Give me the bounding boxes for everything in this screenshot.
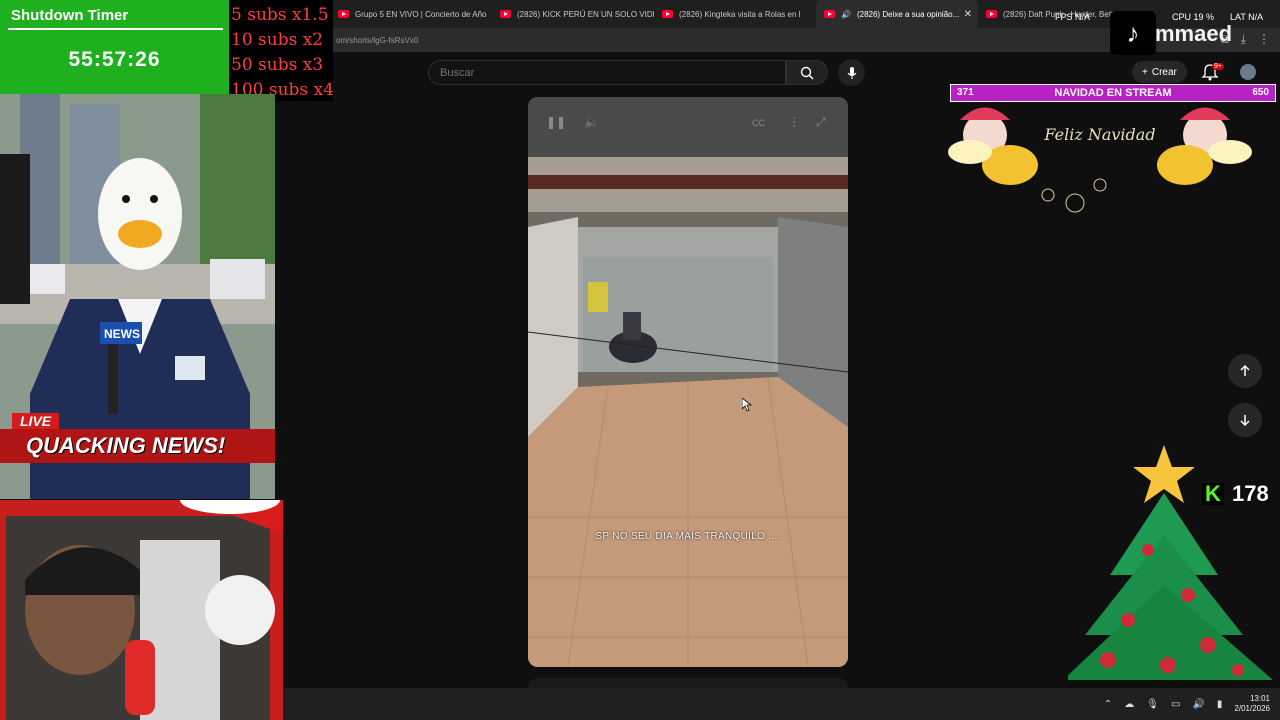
network-icon[interactable]: ▭	[1171, 699, 1180, 710]
close-tab-icon[interactable]: ✕	[964, 9, 972, 20]
search-icon	[800, 66, 814, 80]
youtube-icon	[500, 10, 511, 18]
create-label: Crear	[1151, 66, 1177, 78]
previous-short-button[interactable]	[1228, 354, 1262, 388]
microphone-icon[interactable]: 🎙	[1146, 699, 1159, 710]
kick-count-value: 178	[1232, 481, 1269, 506]
youtube-icon	[986, 10, 997, 18]
plus-icon: +	[1142, 66, 1148, 78]
chevron-up-icon[interactable]: ⌃	[1104, 699, 1112, 710]
system-tray: ⌃ ☁ 🎙 ▭ 🔊 ▮ 13:01 2/01/2026	[1104, 688, 1270, 720]
pause-icon[interactable]: ❚❚	[546, 115, 566, 129]
menu-icon[interactable]: ⋮	[1258, 32, 1270, 47]
tab-active-deixe[interactable]: 🔊 (2826) Deixe a sua opinião... ✕	[816, 0, 978, 28]
tab-title: (2826) KICK PERÚ EN UN SOLO VIDE	[517, 9, 654, 19]
next-short-button[interactable]	[1228, 403, 1262, 437]
microphone-icon	[847, 66, 856, 79]
youtube-icon	[662, 10, 673, 18]
youtube-icon	[824, 10, 835, 18]
arrow-down-icon	[1240, 415, 1250, 427]
more-options-icon[interactable]: ⋮	[788, 115, 800, 129]
multiplier-item: 10 subs x2	[231, 30, 324, 50]
christmas-ducks-decoration: Feliz Navidad	[948, 107, 1252, 213]
battery-icon[interactable]: ▮	[1217, 699, 1223, 710]
greeting-text: Feliz Navidad	[1043, 125, 1155, 144]
cloud-icon[interactable]: ☁	[1124, 699, 1134, 710]
latency-stat: LAT N/A	[1230, 12, 1264, 22]
youtube-icon	[338, 10, 349, 18]
tab-title: (2826) Deixe a sua opinião...	[856, 9, 960, 19]
quacking-news-overlay: NEWS LIVE QUACKING NEWS!	[0, 94, 275, 499]
volume-icon[interactable]: 🔈	[584, 115, 599, 129]
kick-follower-counter: K 178	[1202, 481, 1269, 507]
multiplier-item: 5 subs x1.5	[231, 5, 329, 25]
search-input[interactable]	[440, 66, 785, 79]
create-button[interactable]: + Crear	[1132, 61, 1187, 83]
volume-icon[interactable]: 🔊	[1192, 699, 1204, 710]
tab-title: Grupo 5 EN VIVO | Concierto de Año	[355, 9, 487, 19]
navidad-right-value: 650	[1252, 87, 1269, 98]
next-short-preview[interactable]	[528, 678, 848, 688]
multiplier-item: 50 subs x3	[231, 55, 324, 75]
news-headline: QUACKING NEWS!	[26, 433, 226, 458]
avatar[interactable]	[1240, 64, 1256, 80]
navidad-label: NAVIDAD EN STREAM	[1054, 87, 1172, 99]
download-icon[interactable]: ⤓	[1241, 32, 1246, 47]
speaker-icon: 🔊	[841, 9, 851, 19]
clock-time: 13:01	[1249, 694, 1270, 703]
taskbar-clock[interactable]: 13:01 2/01/2026	[1234, 694, 1270, 714]
windows-taskbar: ⌃ ☁ 🎙 ▭ 🔊 ▮ 13:01 2/01/2026	[283, 688, 1280, 720]
fps-stat: FPS N/A	[1055, 12, 1091, 22]
live-badge: LIVE	[12, 413, 60, 429]
notification-badge: 9+	[1212, 63, 1224, 70]
shutdown-timer-widget: Shutdown Timer 55:57:26	[0, 0, 229, 94]
tiktok-logo-icon: ♪	[1110, 11, 1156, 55]
tiktok-username: mmaed	[1155, 21, 1233, 46]
captions-icon[interactable]: CC	[752, 118, 765, 128]
search-box[interactable]	[428, 60, 786, 85]
video-caption: SP NO SEU DIA MAIS TRANQUILO ....	[595, 531, 781, 542]
voice-search-button[interactable]	[838, 59, 865, 86]
mouse-cursor-icon	[742, 398, 752, 412]
short-video-player[interactable]: ❚❚ 🔈 CC ⋮ ⤢ SP NO SEU DIA MAIS TRANQUILO…	[528, 97, 848, 667]
fullscreen-icon[interactable]: ⤢	[816, 115, 826, 130]
clock-date: 2/01/2026	[1234, 704, 1270, 713]
screen: Grupo 5 EN VIVO | Concierto de Año (2826…	[0, 0, 1280, 720]
timer-value: 55:57:26	[68, 48, 161, 71]
tab-grupo5[interactable]: Grupo 5 EN VIVO | Concierto de Año	[330, 0, 492, 28]
streamer-webcam	[0, 500, 283, 720]
video-frame	[528, 97, 848, 667]
mic-news-label: NEWS	[104, 327, 140, 341]
arrow-up-icon	[1240, 364, 1250, 376]
timer-divider	[8, 28, 223, 30]
santa-hat-icon	[180, 500, 283, 534]
tab-title: (2826) Kingteka visita a Rolas en l	[679, 9, 801, 19]
timer-title: Shutdown Timer	[11, 7, 129, 24]
kick-logo-icon: K	[1202, 483, 1224, 505]
tab-kingteka[interactable]: (2826) Kingteka visita a Rolas en l	[654, 0, 816, 28]
url-text[interactable]: om/shorts/lgG-fsRsVx0	[336, 36, 418, 45]
tab-kick-peru[interactable]: (2826) KICK PERÚ EN UN SOLO VIDE	[492, 0, 654, 28]
search-button[interactable]	[786, 60, 828, 85]
sub-multipliers-panel: 5 subs x1.5 10 subs x2 50 subs x3 100 su…	[229, 0, 334, 101]
